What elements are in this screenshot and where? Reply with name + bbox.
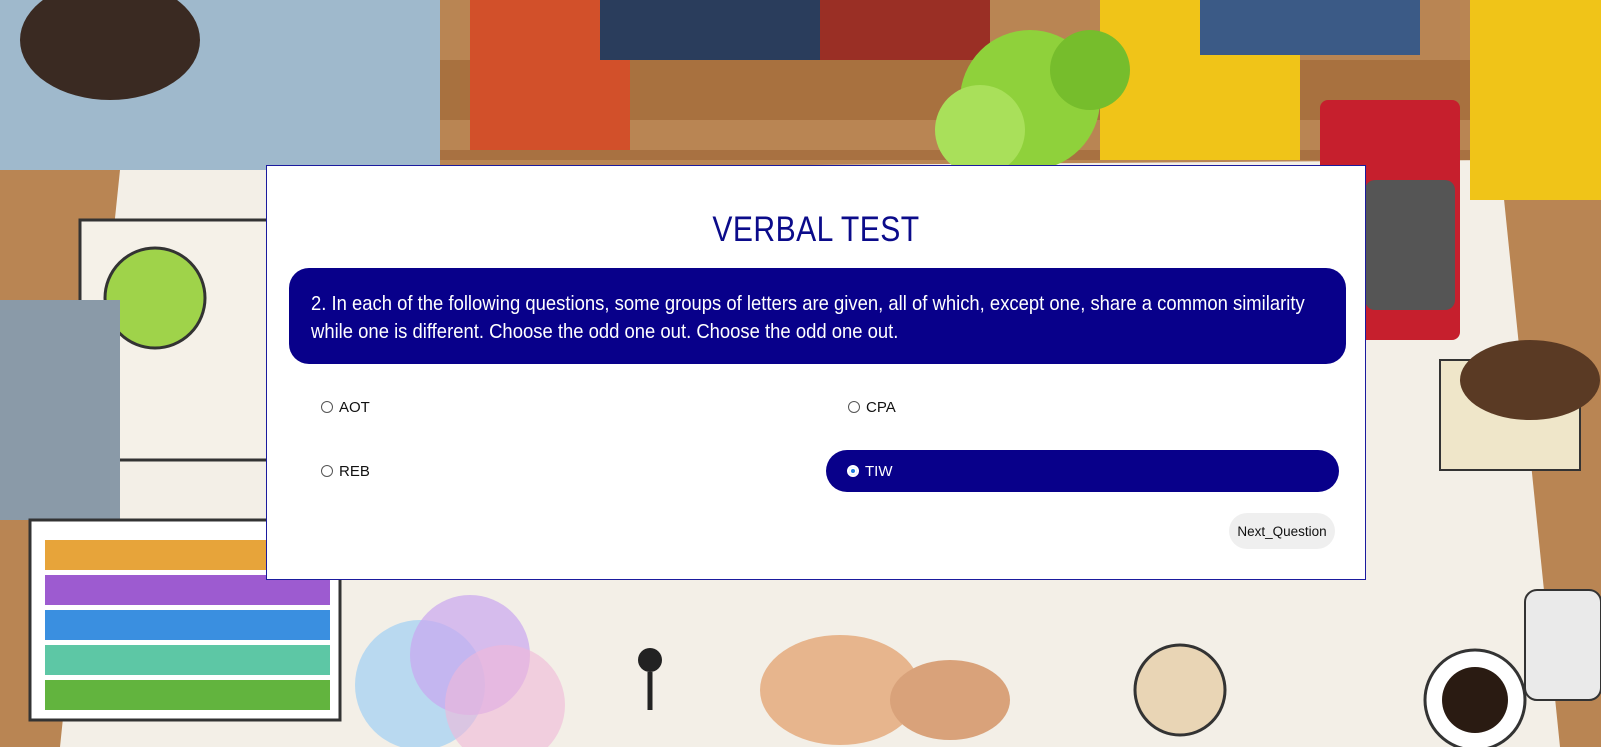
radio-button[interactable] (848, 401, 860, 413)
quiz-card: VERBAL TEST 2. In each of the following … (266, 165, 1366, 580)
page-title: VERBAL TEST (712, 210, 920, 249)
question-box: 2. In each of the following questions, s… (289, 268, 1346, 364)
question-text: 2. In each of the following questions, s… (311, 292, 1305, 343)
next-question-button[interactable]: Next_Question (1229, 513, 1335, 549)
radio-button[interactable] (321, 465, 333, 477)
option-label: AOT (339, 398, 370, 416)
radio-button[interactable] (321, 401, 333, 413)
option-label: TIW (865, 462, 893, 480)
radio-button-selected[interactable] (847, 465, 859, 477)
option-label: REB (339, 462, 370, 480)
option-cpa[interactable]: CPA (827, 386, 1337, 428)
page: VERBAL TEST 2. In each of the following … (0, 0, 1601, 747)
option-tiw[interactable]: TIW (826, 450, 1339, 492)
option-aot[interactable]: AOT (300, 386, 800, 428)
option-reb[interactable]: REB (300, 450, 800, 492)
option-label: CPA (866, 398, 896, 416)
